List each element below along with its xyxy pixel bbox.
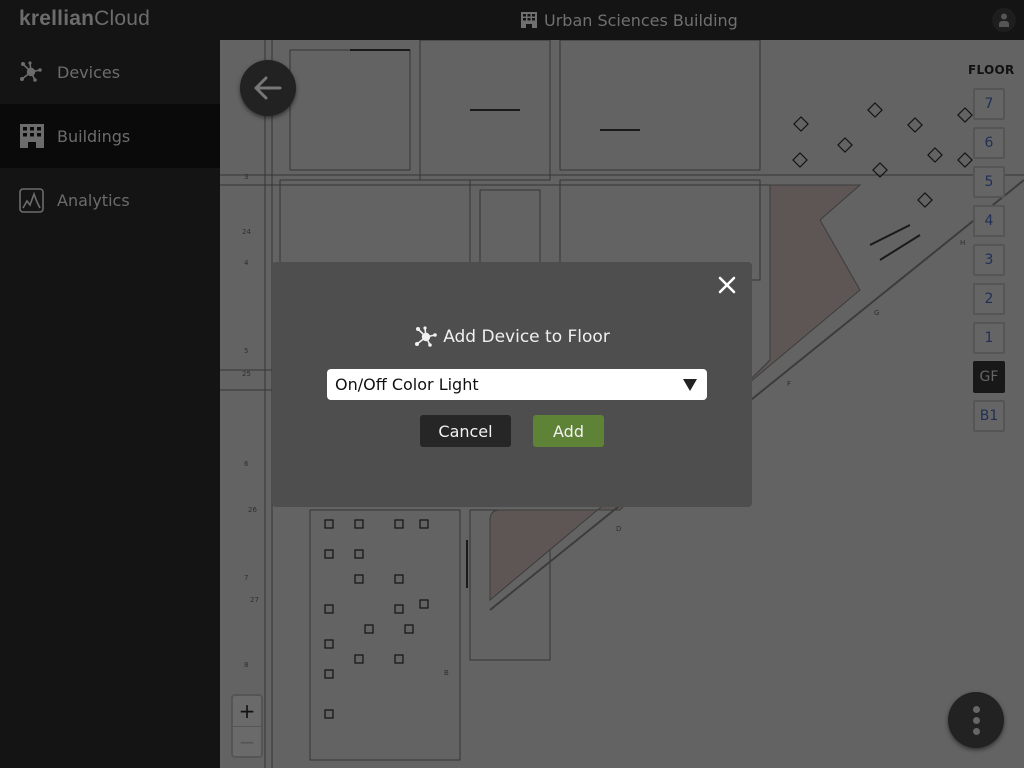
- building-icon: [521, 12, 537, 28]
- sidebar-item-label: Devices: [57, 62, 121, 82]
- floor-selector-label: FLOOR: [968, 63, 1015, 77]
- chevron-down-icon: [683, 379, 697, 391]
- app-logo[interactable]: krellianCloud: [19, 7, 150, 31]
- device-type-select[interactable]: On/Off Color Light: [327, 369, 707, 400]
- floor-button-2[interactable]: 2: [973, 283, 1005, 315]
- more-vertical-icon: [972, 705, 980, 713]
- devices-icon: [19, 60, 44, 85]
- logo-bold-text: krellian: [19, 7, 95, 30]
- floor-button-1[interactable]: 1: [973, 322, 1005, 354]
- logo-light-text: Cloud: [94, 7, 151, 30]
- floor-button-4[interactable]: 4: [973, 205, 1005, 237]
- add-button[interactable]: Add: [533, 415, 604, 447]
- add-device-dialog: Add Device to Floor On/Off Color Light C…: [272, 262, 752, 507]
- close-icon: [718, 276, 736, 294]
- floor-button-7[interactable]: 7: [973, 88, 1005, 120]
- sidebar-item-label: Buildings: [57, 126, 131, 146]
- zoom-in-button[interactable]: +: [233, 696, 261, 726]
- zoom-control: + −: [231, 694, 263, 758]
- devices-icon: [415, 326, 437, 347]
- floor-button-b1[interactable]: B1: [973, 400, 1005, 432]
- user-icon: [999, 13, 1009, 27]
- more-vertical-icon-dot: [972, 727, 980, 735]
- building-title-text: Urban Sciences Building: [544, 10, 738, 30]
- dialog-title: Add Device to Floor: [272, 326, 752, 348]
- sidebar-item-analytics[interactable]: Analytics: [0, 168, 220, 232]
- building-icon: [19, 124, 44, 149]
- floor-button-3[interactable]: 3: [973, 244, 1005, 276]
- cancel-button[interactable]: Cancel: [420, 415, 511, 447]
- more-vertical-icon-dot: [972, 716, 980, 724]
- back-button[interactable]: [240, 60, 296, 116]
- zoom-out-button[interactable]: −: [233, 726, 261, 756]
- floor-button-5[interactable]: 5: [973, 166, 1005, 198]
- arrow-left-icon: [254, 76, 282, 100]
- close-button[interactable]: [717, 275, 737, 295]
- sidebar-item-devices[interactable]: Devices: [0, 40, 220, 104]
- floor-button-gf[interactable]: GF: [973, 361, 1005, 393]
- more-options-button[interactable]: [948, 692, 1004, 748]
- sidebar: Devices Buildings Analytics: [0, 40, 220, 768]
- sidebar-item-label: Analytics: [57, 190, 130, 210]
- floor-button-6[interactable]: 6: [973, 127, 1005, 159]
- building-title: Urban Sciences Building: [521, 9, 738, 31]
- device-type-selected-value: On/Off Color Light: [335, 375, 479, 394]
- dialog-title-text: Add Device to Floor: [443, 327, 610, 347]
- analytics-icon: [19, 187, 44, 213]
- top-bar: krellianCloud Urban Sciences Building: [0, 0, 1024, 40]
- user-menu-button[interactable]: [992, 8, 1016, 32]
- sidebar-item-buildings[interactable]: Buildings: [0, 104, 220, 168]
